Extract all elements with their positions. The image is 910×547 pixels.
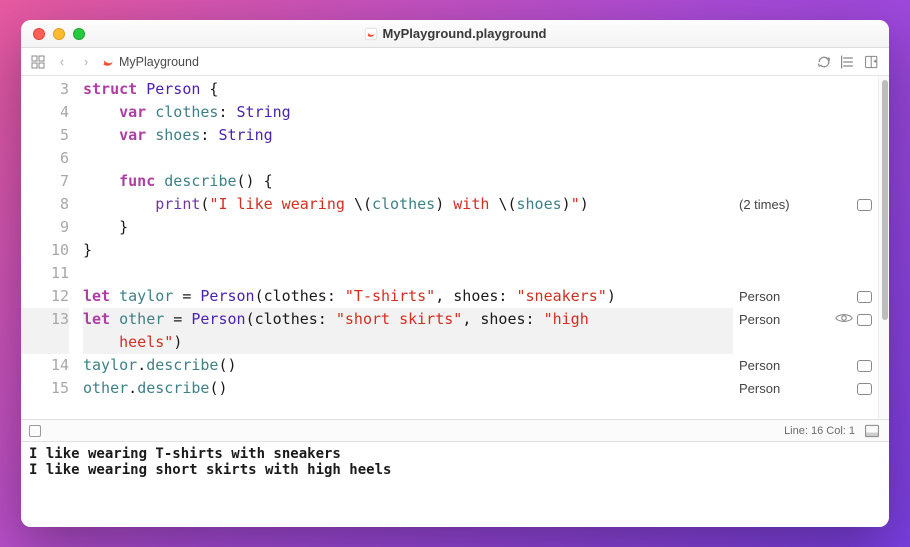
line-number-gutter: 345678910111213 1415 bbox=[21, 76, 83, 419]
swift-icon bbox=[101, 55, 115, 69]
editor-split: 345678910111213 1415 struct Person { var … bbox=[21, 76, 889, 419]
code-line[interactable]: } bbox=[83, 239, 733, 262]
zoom-window-button[interactable] bbox=[73, 28, 85, 40]
result-row: Person bbox=[733, 285, 878, 308]
code-line[interactable] bbox=[83, 147, 733, 170]
result-value: Person bbox=[739, 381, 780, 396]
line-number: 14 bbox=[21, 354, 69, 377]
result-value: Person bbox=[739, 312, 780, 327]
result-row bbox=[733, 239, 878, 262]
code-line[interactable]: other.describe() bbox=[83, 377, 733, 400]
result-row bbox=[733, 170, 878, 193]
swift-file-icon bbox=[364, 27, 378, 41]
line-number: 6 bbox=[21, 147, 69, 170]
result-row: Person bbox=[733, 377, 878, 400]
result-row bbox=[733, 124, 878, 147]
code-line[interactable] bbox=[83, 262, 733, 285]
window-controls bbox=[21, 28, 85, 40]
line-number: 4 bbox=[21, 101, 69, 124]
refresh-button[interactable] bbox=[815, 53, 833, 71]
breadcrumb-file: MyPlayground bbox=[119, 55, 199, 69]
editor-options-button[interactable] bbox=[839, 53, 857, 71]
result-value: Person bbox=[739, 358, 780, 373]
result-row: (2 times) bbox=[733, 193, 878, 216]
result-inline-button[interactable] bbox=[857, 383, 872, 395]
result-value: Person bbox=[739, 289, 780, 304]
result-row: Person bbox=[733, 308, 878, 331]
close-window-button[interactable] bbox=[33, 28, 45, 40]
code-line[interactable]: var shoes: String bbox=[83, 124, 733, 147]
code-line[interactable]: var clothes: String bbox=[83, 101, 733, 124]
jump-bar: ‹ › MyPlayground bbox=[21, 48, 889, 76]
scrollbar-thumb[interactable] bbox=[882, 80, 888, 320]
result-inline-button[interactable] bbox=[857, 291, 872, 303]
code-line[interactable]: print("I like wearing \(clothes) with \(… bbox=[83, 193, 733, 216]
code-line[interactable]: taylor.describe() bbox=[83, 354, 733, 377]
source-text[interactable]: struct Person { var clothes: String var … bbox=[83, 76, 733, 419]
result-inline-button[interactable] bbox=[857, 360, 872, 372]
add-editor-button[interactable] bbox=[863, 53, 881, 71]
result-row bbox=[733, 78, 878, 101]
result-row bbox=[733, 216, 878, 239]
code-line[interactable]: func describe() { bbox=[83, 170, 733, 193]
related-items-button[interactable] bbox=[29, 53, 47, 71]
line-number: 9 bbox=[21, 216, 69, 239]
result-row: Person bbox=[733, 354, 878, 377]
console-toggle-button[interactable] bbox=[863, 422, 881, 440]
result-row bbox=[733, 101, 878, 124]
code-editor[interactable]: 345678910111213 1415 struct Person { var … bbox=[21, 76, 733, 419]
result-inline-button[interactable] bbox=[857, 314, 872, 326]
debug-console[interactable]: I like wearing T-shirts with sneakers I … bbox=[21, 441, 889, 527]
line-number: 10 bbox=[21, 239, 69, 262]
xcode-playground-window: MyPlayground.playground ‹ › MyPlayground bbox=[21, 20, 889, 527]
window-title-text: MyPlayground.playground bbox=[383, 26, 547, 41]
result-row bbox=[733, 262, 878, 285]
code-line[interactable]: let taylor = Person(clothes: "T-shirts",… bbox=[83, 285, 733, 308]
code-line[interactable]: } bbox=[83, 216, 733, 239]
window-title: MyPlayground.playground bbox=[21, 26, 889, 41]
line-number: 8 bbox=[21, 193, 69, 216]
vertical-scrollbar[interactable] bbox=[878, 76, 889, 419]
editor-content: 345678910111213 1415 struct Person { var … bbox=[21, 76, 889, 527]
code-line[interactable]: heels") bbox=[83, 331, 733, 354]
code-line[interactable]: struct Person { bbox=[83, 78, 733, 101]
code-line[interactable]: let other = Person(clothes: "short skirt… bbox=[83, 308, 733, 331]
debug-toggle-button[interactable] bbox=[29, 425, 41, 437]
line-number: 15 bbox=[21, 377, 69, 400]
result-inline-button[interactable] bbox=[857, 199, 872, 211]
line-number: 11 bbox=[21, 262, 69, 285]
line-number: 7 bbox=[21, 170, 69, 193]
results-sidebar: (2 times) Person Person Person Person bbox=[733, 76, 878, 419]
nav-forward-button[interactable]: › bbox=[77, 53, 95, 71]
status-bar: Line: 16 Col: 1 bbox=[21, 419, 889, 441]
line-number: 13 bbox=[21, 308, 69, 331]
nav-back-button[interactable]: ‹ bbox=[53, 53, 71, 71]
minimize-window-button[interactable] bbox=[53, 28, 65, 40]
titlebar[interactable]: MyPlayground.playground bbox=[21, 20, 889, 48]
line-number: 12 bbox=[21, 285, 69, 308]
line-number bbox=[21, 331, 69, 354]
cursor-position: Line: 16 Col: 1 bbox=[784, 425, 855, 437]
line-number: 5 bbox=[21, 124, 69, 147]
line-number: 3 bbox=[21, 78, 69, 101]
result-row bbox=[733, 147, 878, 170]
breadcrumb[interactable]: MyPlayground bbox=[101, 55, 199, 69]
result-row bbox=[733, 331, 878, 354]
result-value: (2 times) bbox=[739, 197, 790, 212]
quicklook-eye-icon[interactable] bbox=[831, 312, 853, 327]
